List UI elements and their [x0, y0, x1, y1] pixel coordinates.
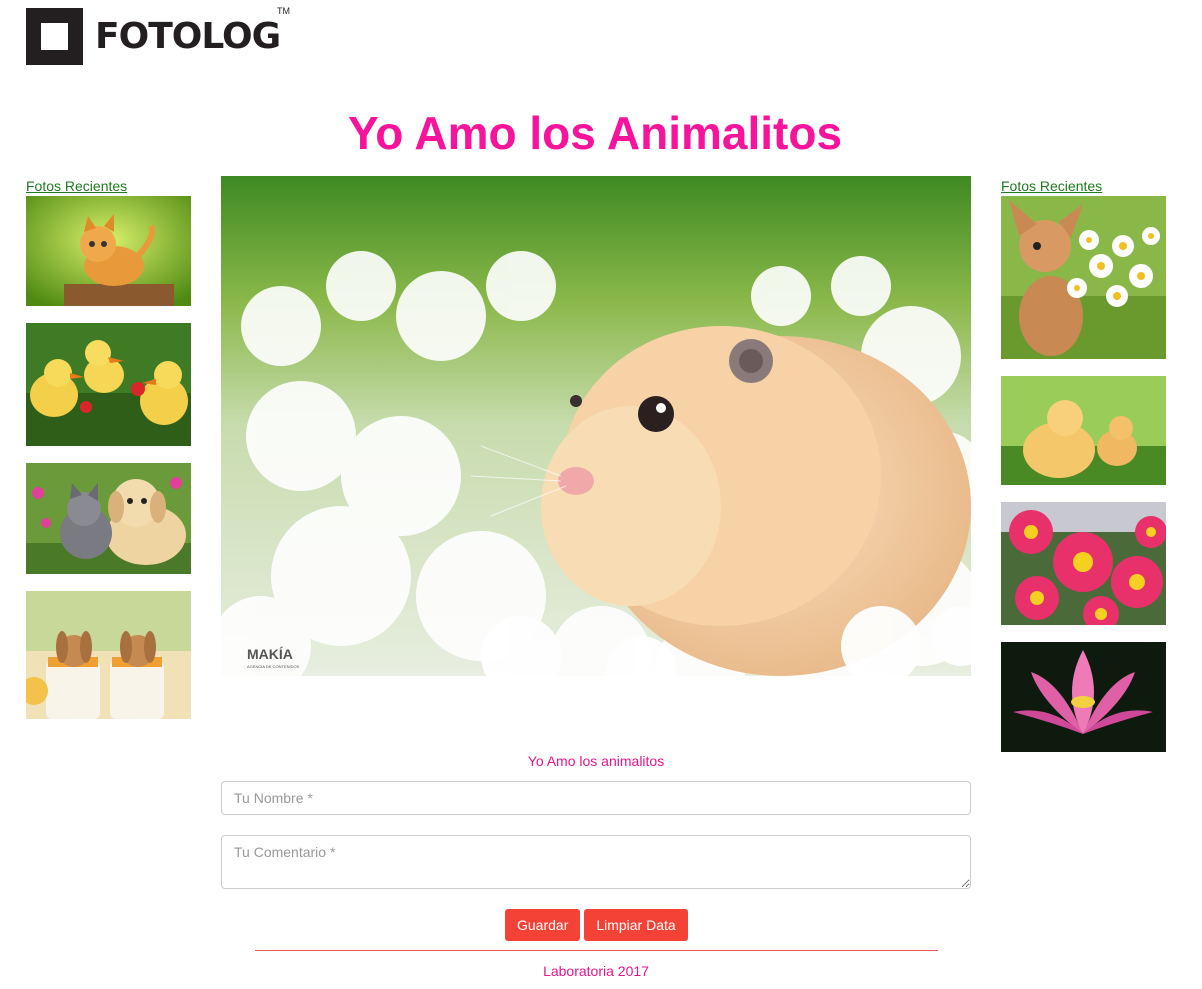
lotus-photo[interactable]: [1001, 642, 1166, 752]
pink-daisies-photo[interactable]: [1001, 502, 1166, 625]
main-photo: MAKÍA AGENCIA DE CONTENIDOS: [221, 176, 971, 676]
kitten-photo[interactable]: [26, 196, 191, 306]
save-button[interactable]: Guardar: [505, 909, 580, 941]
chicks-photo[interactable]: [1001, 376, 1166, 485]
logo-trademark: TM: [277, 6, 290, 16]
ducklings-photo[interactable]: [26, 323, 191, 446]
page-title: Yo Amo los Animalitos: [347, 107, 843, 159]
footer-text: Laboratoria 2017: [543, 963, 649, 979]
recent-photos-link[interactable]: Fotos Recientes: [26, 178, 191, 194]
watermark-subtext: AGENCIA DE CONTENIDOS: [247, 664, 300, 669]
fotolog-logo[interactable]: FOTOLOG: [26, 8, 281, 65]
comment-textarea[interactable]: [221, 835, 971, 889]
clear-data-button[interactable]: Limpiar Data: [584, 909, 688, 941]
sidebar-right: Fotos Recientes: [1001, 178, 1166, 769]
logo-text: FOTOLOG: [95, 16, 281, 57]
chihuahua-daisies-photo[interactable]: [1001, 196, 1166, 359]
name-input[interactable]: [221, 781, 971, 815]
sidebar-left: Fotos Recientes: [26, 178, 191, 736]
recent-photos-link[interactable]: Fotos Recientes: [1001, 178, 1166, 194]
watermark-text: MAKÍA: [247, 646, 293, 662]
kitten-puppy-photo[interactable]: [26, 463, 191, 574]
logo-square-icon: [26, 8, 83, 65]
bunnies-photo[interactable]: [26, 591, 191, 719]
form-caption: Yo Amo los animalitos: [527, 753, 665, 769]
footer-divider: [255, 950, 938, 951]
